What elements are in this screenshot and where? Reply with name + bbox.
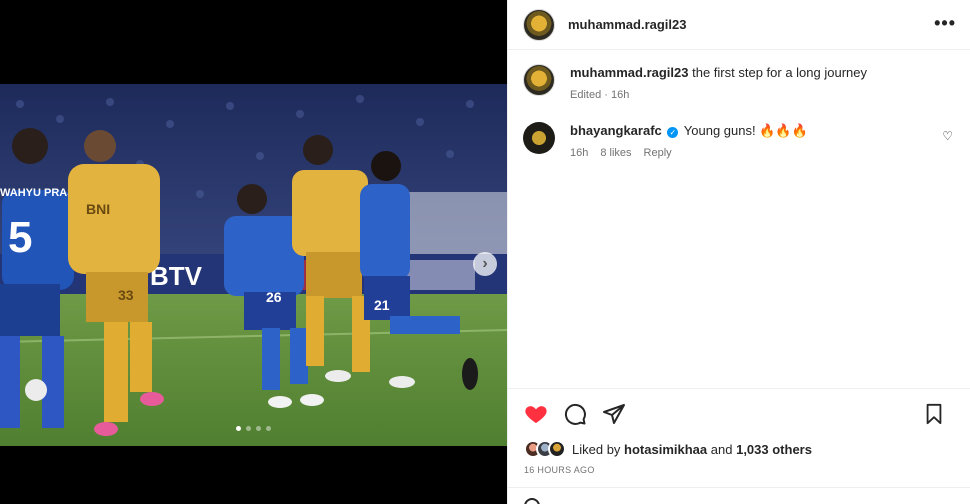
post-side-panel: muhammad.ragil23 ••• muhammad.ragil23 th…: [507, 0, 970, 504]
comments-list: muhammad.ragil23 the first step for a lo…: [508, 50, 970, 162]
first-liker-link[interactable]: hotasimikhaa: [624, 442, 707, 457]
divider: [508, 487, 970, 488]
comment-time[interactable]: 16h: [570, 145, 588, 162]
bookmark-icon: [926, 403, 942, 425]
svg-text:33: 33: [118, 287, 134, 303]
football-photo: BTV 5 WAHYU PRASET BNI 33 26 21: [0, 84, 507, 446]
carousel-dot: [266, 426, 271, 431]
liked-by-label: Liked by: [572, 441, 621, 457]
svg-text:BNI: BNI: [86, 201, 110, 217]
like-button[interactable]: [524, 402, 548, 426]
save-button[interactable]: [922, 402, 946, 426]
author-avatar[interactable]: [523, 8, 555, 41]
carousel-dot: [256, 426, 261, 431]
caption-avatar[interactable]: [523, 64, 555, 96]
verified-badge-icon: ✓: [667, 127, 679, 138]
share-button[interactable]: [602, 402, 626, 426]
post-timestamp[interactable]: 16 HOURS AGO: [524, 465, 595, 475]
post-media: BTV 5 WAHYU PRASET BNI 33 26 21 ›: [0, 0, 507, 504]
post-header: muhammad.ragil23 •••: [508, 0, 970, 50]
share-icon: [603, 403, 625, 424]
svg-text:21: 21: [374, 297, 390, 313]
next-slide-button[interactable]: ›: [473, 252, 497, 276]
comment-text: Young guns! 🔥🔥🔥: [683, 123, 808, 138]
add-comment-emoji-icon[interactable]: [524, 498, 540, 504]
edited-time[interactable]: 16h: [611, 89, 629, 101]
reply-button[interactable]: Reply: [644, 145, 672, 162]
caption-username[interactable]: muhammad.ragil23: [570, 65, 689, 80]
carousel-dots: [0, 426, 507, 431]
post-photo[interactable]: BTV 5 WAHYU PRASET BNI 33 26 21: [0, 84, 507, 446]
avatar: [548, 440, 566, 458]
comment-likes[interactable]: 8 likes: [600, 145, 631, 162]
author-username[interactable]: muhammad.ragil23: [568, 17, 687, 32]
svg-text:5: 5: [8, 213, 32, 262]
more-options-icon[interactable]: •••: [934, 13, 956, 34]
and-label: and: [710, 441, 733, 457]
football: [25, 379, 47, 401]
comment-like-icon[interactable]: ♡: [942, 129, 953, 143]
action-bar: [508, 388, 970, 438]
commenter-avatar[interactable]: [523, 122, 555, 154]
carousel-dot: [236, 426, 241, 431]
svg-text:26: 26: [266, 289, 282, 305]
edited-label: Edited: [570, 89, 602, 101]
likes-summary: Liked by hotasimikhaa and 1,033 others: [524, 440, 812, 458]
others-link[interactable]: 1,033 others: [736, 442, 812, 457]
comment-button[interactable]: [563, 402, 587, 426]
comment-icon: [564, 403, 586, 425]
heart-filled-icon: [525, 405, 547, 423]
carousel-dot: [246, 426, 251, 431]
caption-text: the first step for a long journey: [692, 65, 867, 80]
chevron-right-icon: ›: [482, 255, 488, 272]
commenter-username[interactable]: bhayangkarafc: [570, 123, 662, 138]
caption-row: muhammad.ragil23 the first step for a lo…: [523, 64, 955, 104]
comment-row: bhayangkarafc ✓ Young guns! 🔥🔥🔥 16h 8 li…: [523, 122, 955, 162]
liker-avatars[interactable]: [524, 440, 566, 458]
